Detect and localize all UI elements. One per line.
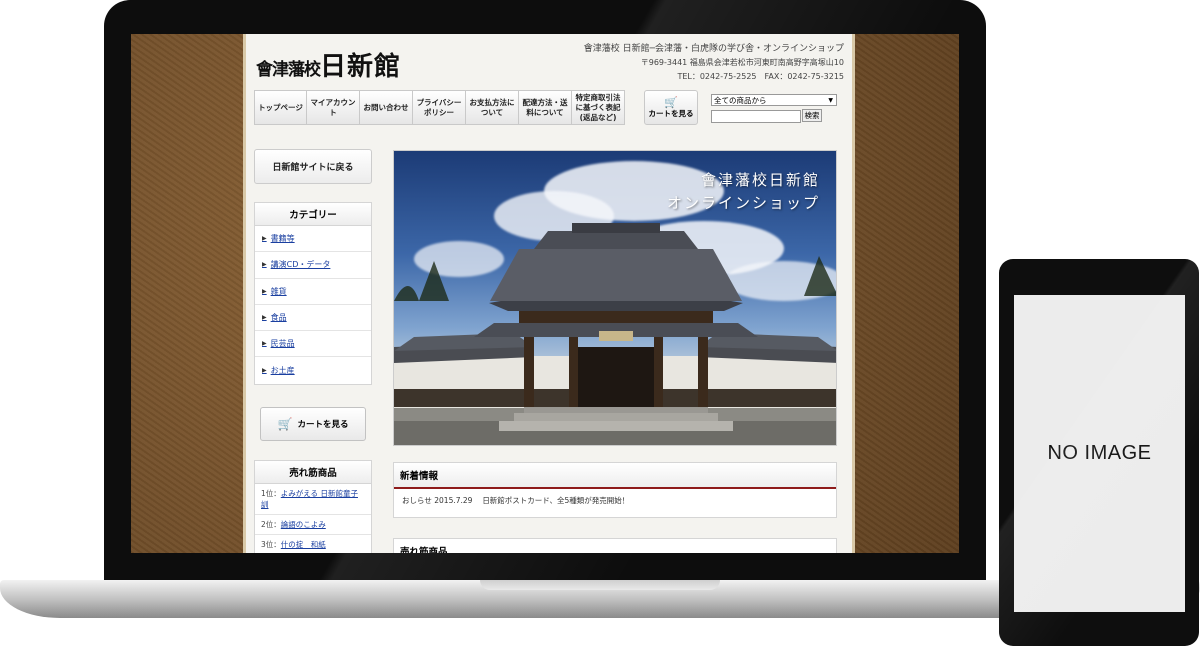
news-box: 新着情報 おしらせ 2015.7.29 日新館ポストカード、全5種類が発売開始！ bbox=[393, 462, 837, 518]
ranking-link[interactable]: 論語のこよみ bbox=[281, 520, 326, 529]
bestsellers-title: 売れ筋商品 bbox=[400, 547, 448, 553]
category-food[interactable]: ▶ 食品 bbox=[255, 305, 371, 332]
news-date: 2015.7.29 bbox=[434, 496, 473, 505]
category-label: 書籍等 bbox=[270, 234, 295, 244]
search-button[interactable]: 検索 bbox=[802, 109, 822, 122]
category-label: 民芸品 bbox=[270, 339, 295, 349]
news-label: おしらせ bbox=[402, 496, 432, 505]
nav-legal[interactable]: 特定商取引法に基づく表記(返品など) bbox=[572, 90, 625, 125]
search-scope-select[interactable]: 全ての商品から ▼ bbox=[711, 94, 837, 106]
ranking-title: 売れ筋商品 bbox=[255, 461, 371, 484]
cart-icon: 🛒 bbox=[664, 95, 678, 109]
category-label: 食品 bbox=[270, 313, 287, 323]
bullet-icon: ▶ bbox=[262, 235, 267, 243]
news-item: おしらせ 2015.7.29 日新館ポストカード、全5種類が発売開始！ bbox=[394, 489, 836, 512]
nav-top[interactable]: トップページ bbox=[254, 90, 307, 125]
phone-screen-placeholder: NO IMAGE bbox=[1014, 295, 1185, 612]
bullet-icon: ▶ bbox=[262, 340, 267, 348]
category-label: 講演CD・データ bbox=[270, 260, 331, 270]
bestsellers-box: 売れ筋商品 bbox=[393, 538, 837, 553]
header-info: 會津藩校 日新館─会津藩・白虎隊の学び舎・オンラインショップ 〒969-3441… bbox=[584, 42, 844, 84]
nav-contact[interactable]: お問い合わせ bbox=[360, 90, 413, 125]
ranking-link[interactable]: 什の掟 和紙 bbox=[281, 540, 326, 549]
nav-privacy[interactable]: プライバシーポリシー bbox=[413, 90, 466, 125]
nav-delivery[interactable]: 配達方法・送料について bbox=[519, 90, 572, 125]
category-label: 雑貨 bbox=[270, 286, 287, 296]
global-nav: トップページ マイアカウント お問い合わせ プライバシーポリシー お支払方法につ… bbox=[254, 90, 625, 125]
category-crafts[interactable]: ▶ 民芸品 bbox=[255, 331, 371, 358]
logo-small-text: 會津藩校 bbox=[256, 60, 321, 80]
site-tagline: 會津藩校 日新館─会津藩・白虎隊の学び舎・オンラインショップ bbox=[583, 44, 844, 54]
view-cart-button-sidebar[interactable]: 🛒 カートを見る bbox=[260, 407, 366, 441]
news-text: 日新館ポストカード、全5種類が発売開始！ bbox=[482, 496, 630, 505]
phone-frame: NO IMAGE bbox=[999, 259, 1199, 646]
ranking-position: 3位： bbox=[261, 540, 281, 549]
category-goods[interactable]: ▶ 雑貨 bbox=[255, 279, 371, 305]
site-address: 〒969-3441 福島県会津若松市河東町南高野字高塚山10 bbox=[640, 58, 844, 67]
bullet-icon: ▶ bbox=[262, 287, 267, 295]
nav-my-account[interactable]: マイアカウント bbox=[307, 90, 360, 125]
category-cd-data[interactable]: ▶ 講演CD・データ bbox=[255, 252, 371, 279]
ranking-item: 3位：什の掟 和紙 bbox=[255, 535, 371, 553]
ranking-item: 2位：論語のこよみ bbox=[255, 515, 371, 535]
site-contact: TEL：0242-75-2525 FAX：0242-75-3215 bbox=[677, 72, 844, 81]
category-title: カテゴリー bbox=[255, 203, 371, 226]
cart-icon: 🛒 bbox=[277, 417, 293, 431]
view-cart-button-header[interactable]: 🛒 カートを見る bbox=[644, 90, 698, 125]
ranking-position: 2位： bbox=[261, 520, 281, 529]
logo-big-text: 日新館 bbox=[320, 52, 402, 82]
laptop-notch bbox=[480, 580, 720, 590]
hero-banner: 會津藩校日新館 オンラインショップ bbox=[393, 150, 837, 446]
dropdown-arrow-icon: ▼ bbox=[828, 97, 833, 104]
search-scope-value: 全ての商品から bbox=[714, 96, 767, 105]
ranking-item: 1位：よみがえる 日新館童子訓 bbox=[255, 484, 371, 515]
site-logo[interactable]: 會津藩校日新館 bbox=[256, 46, 401, 83]
news-title: 新着情報 bbox=[394, 463, 836, 489]
nav-payment[interactable]: お支払方法について bbox=[466, 90, 519, 125]
search-input[interactable] bbox=[711, 110, 801, 123]
bullet-icon: ▶ bbox=[262, 314, 267, 322]
category-souvenirs[interactable]: ▶ お土産 bbox=[255, 357, 371, 383]
hero-title-line1: 會津藩校日新館 bbox=[700, 171, 820, 189]
category-label: お土産 bbox=[270, 366, 295, 376]
view-cart-label: カートを見る bbox=[297, 420, 349, 430]
laptop-screen: 會津藩校日新館 會津藩校 日新館─会津藩・白虎隊の学び舎・オンラインショップ 〒… bbox=[131, 34, 959, 553]
hero-title-line2: オンラインショップ bbox=[666, 194, 820, 212]
shop-website: 會津藩校日新館 會津藩校 日新館─会津藩・白虎隊の学び舎・オンラインショップ 〒… bbox=[243, 34, 855, 553]
ranking-box: 売れ筋商品 1位：よみがえる 日新館童子訓 2位：論語のこよみ 3位：什の掟 和… bbox=[254, 460, 372, 553]
ranking-position: 1位： bbox=[261, 489, 281, 498]
bullet-icon: ▶ bbox=[262, 367, 267, 375]
back-to-site-button[interactable]: 日新館サイトに戻る bbox=[254, 149, 372, 184]
hero-title: 會津藩校日新館 オンラインショップ bbox=[667, 169, 820, 215]
category-box: カテゴリー ▶ 書籍等 ▶ 講演CD・データ ▶ 雑貨 ▶ 食品 ▶ 民芸品 ▶ お土産 bbox=[254, 202, 372, 385]
category-books[interactable]: ▶ 書籍等 bbox=[255, 226, 371, 253]
bullet-icon: ▶ bbox=[262, 261, 267, 269]
view-cart-label: カートを見る bbox=[648, 108, 694, 118]
